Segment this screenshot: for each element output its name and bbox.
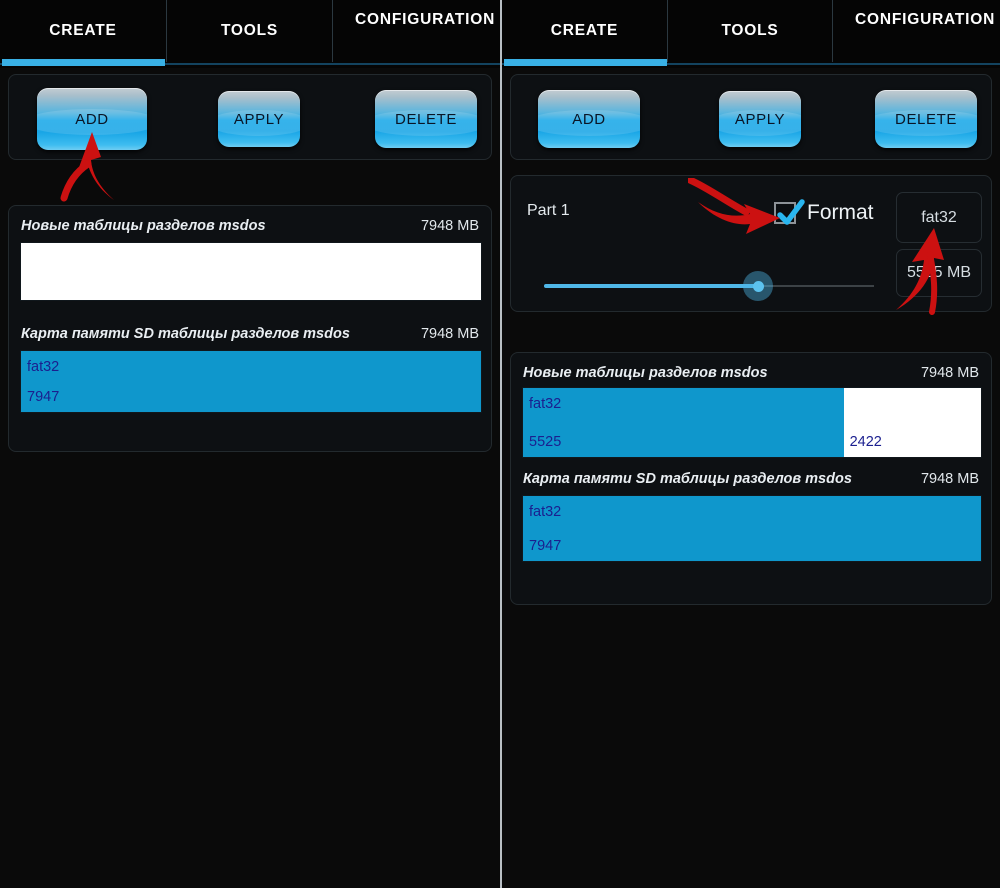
- add-button[interactable]: ADD: [538, 90, 640, 148]
- tab-configuration-label: CONFIGURATION: [855, 11, 996, 28]
- left-screen: CREATE TOOLS CONFIGURATION ADD APPLY DEL…: [0, 0, 500, 888]
- delete-button[interactable]: DELETE: [375, 90, 477, 148]
- tab-create[interactable]: CREATE: [502, 0, 667, 62]
- partition-editor-card: Part 1 Format fat32 5525 MB: [510, 175, 992, 312]
- add-button-label: ADD: [572, 110, 606, 128]
- partition-size-slider[interactable]: [544, 271, 874, 301]
- partition-size-field[interactable]: 5525 MB: [896, 249, 982, 297]
- partition-segment-used[interactable]: fat32 7947: [523, 496, 981, 561]
- delete-button[interactable]: DELETE: [875, 90, 977, 148]
- tab-tools-label: TOOLS: [721, 22, 779, 40]
- partition-segment-used[interactable]: fat32 7947: [21, 351, 481, 412]
- screenshot-root: CREATE TOOLS CONFIGURATION ADD APPLY DEL…: [0, 0, 1000, 888]
- tab-create[interactable]: CREATE: [0, 0, 166, 62]
- device-name: Новые таблицы разделов msdos: [21, 218, 266, 234]
- tab-tools[interactable]: TOOLS: [667, 0, 832, 62]
- format-label: Format: [807, 201, 874, 224]
- partition-bar[interactable]: fat32 7947: [20, 350, 482, 413]
- partition-title: Part 1: [527, 202, 570, 219]
- action-buttons-card: ADD APPLY DELETE: [8, 74, 492, 160]
- filesystem-value: fat32: [921, 208, 957, 226]
- add-button-label: ADD: [75, 110, 109, 128]
- partition-bar[interactable]: [20, 242, 482, 301]
- apply-button-label: APPLY: [233, 110, 285, 128]
- partition-size: 2422: [849, 434, 882, 450]
- tab-tools-label: TOOLS: [220, 22, 279, 40]
- partition-size: 7947: [529, 538, 562, 554]
- tab-bar-left: CREATE TOOLS CONFIGURATION: [0, 0, 500, 68]
- partition-segment-free[interactable]: 2422: [843, 388, 981, 457]
- apply-button-label: APPLY: [734, 110, 786, 128]
- partition-segment-used[interactable]: fat32 5525: [523, 388, 844, 457]
- partition-fs: fat32: [529, 504, 562, 520]
- partition-fs: fat32: [529, 396, 562, 412]
- tab-create-label: CREATE: [550, 22, 619, 40]
- tab-active-indicator: [504, 59, 667, 66]
- device-name: Новые таблицы разделов msdos: [523, 365, 768, 381]
- partition-segment-free[interactable]: [21, 243, 481, 300]
- tab-bar-right: CREATE TOOLS CONFIGURATION: [502, 0, 1000, 68]
- partition-bar[interactable]: fat32 7947: [522, 495, 982, 562]
- device-name: Карта памяти SD таблицы разделов msdos: [523, 471, 852, 487]
- add-button[interactable]: ADD: [37, 88, 147, 150]
- right-screen: CREATE TOOLS CONFIGURATION ADD APPLY DEL…: [500, 0, 1000, 888]
- tab-configuration[interactable]: CONFIGURATION: [832, 0, 1000, 62]
- partition-size: 5525: [529, 434, 562, 450]
- device-size: 7948 MB: [420, 326, 479, 342]
- format-checkbox[interactable]: [774, 199, 805, 225]
- check-icon: [777, 199, 805, 225]
- device-size: 7948 MB: [920, 365, 979, 381]
- format-checkbox-row[interactable]: Format: [774, 199, 874, 225]
- slider-fill: [544, 284, 759, 288]
- device-list-card-left: Новые таблицы разделов msdos 7948 MB Кар…: [8, 205, 492, 452]
- partition-size-value: 5525 MB: [906, 264, 972, 281]
- device-size: 7948 MB: [420, 218, 479, 234]
- device-name: Карта памяти SD таблицы разделов msdos: [21, 326, 350, 342]
- device-size: 7948 MB: [920, 471, 979, 487]
- action-buttons-card: ADD APPLY DELETE: [510, 74, 992, 160]
- device-list-card-right: Новые таблицы разделов msdos 7948 MB fat…: [510, 352, 992, 605]
- delete-button-label: DELETE: [895, 110, 957, 128]
- tab-configuration-label: CONFIGURATION: [355, 11, 496, 28]
- partition-size: 7947: [27, 389, 60, 405]
- delete-button-label: DELETE: [395, 110, 457, 128]
- partition-fs: fat32: [27, 359, 60, 375]
- partition-bar[interactable]: fat32 5525 2422: [522, 387, 982, 458]
- tab-create-label: CREATE: [49, 22, 117, 40]
- filesystem-select[interactable]: fat32: [896, 192, 982, 243]
- tab-tools[interactable]: TOOLS: [166, 0, 332, 62]
- tab-active-indicator: [2, 59, 165, 66]
- apply-button[interactable]: APPLY: [218, 91, 300, 147]
- tab-configuration[interactable]: CONFIGURATION: [332, 0, 500, 62]
- slider-thumb[interactable]: [752, 281, 764, 292]
- apply-button[interactable]: APPLY: [719, 91, 801, 147]
